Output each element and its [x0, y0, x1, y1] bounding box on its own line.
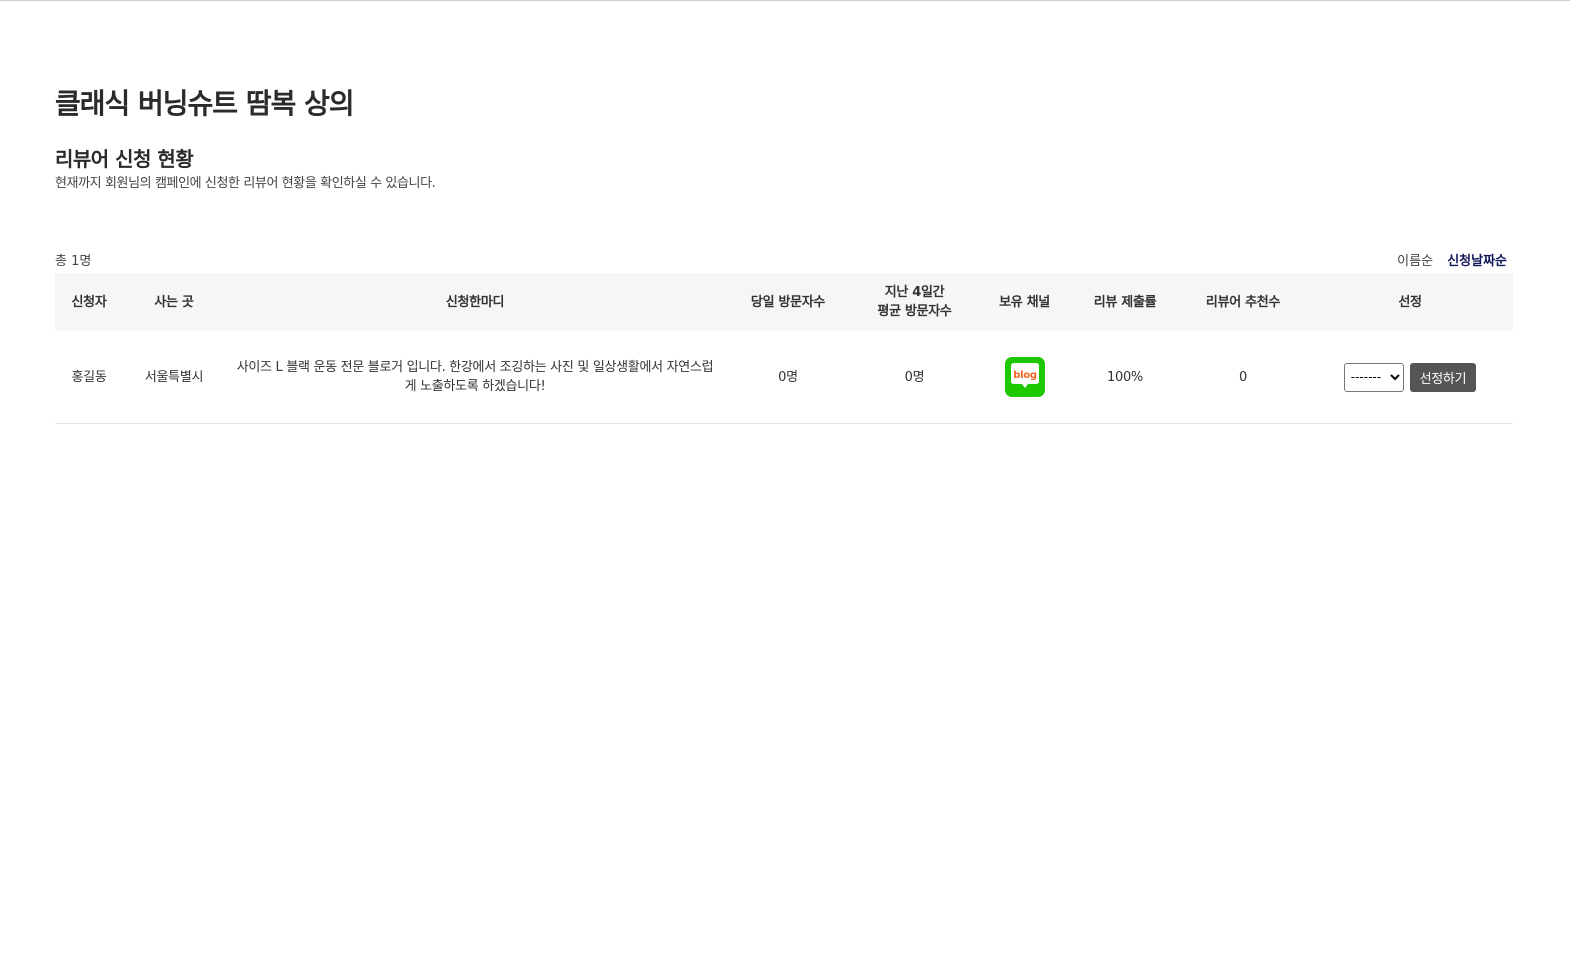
section-description: 현재까지 회원님의 캠페인에 신청한 리뷰어 현황을 확인하실 수 있습니다.: [55, 176, 436, 191]
naver-blog-icon[interactable]: blog: [1004, 357, 1045, 397]
list-toolbar: 총 1명 이름순 신청날짜순: [55, 250, 1513, 270]
header-recommend: 리뷰어 추천수: [1179, 273, 1307, 331]
header-avg-visitors-line2: 평균 방문자수: [877, 304, 952, 319]
campaign-title: 클래식 버닝슈트 땀복 상의: [55, 87, 355, 120]
cell-applicant: 홍길동: [55, 331, 123, 424]
cell-location: 서울특별시: [123, 331, 225, 424]
top-divider: [0, 0, 1570, 1]
table-header-row: 신청자 사는 곳 신청한마디 당일 방문자수 지난 4일간 평균 방문자수 보유…: [55, 273, 1513, 331]
cell-recommend: 0: [1179, 331, 1307, 424]
cell-select: ------- 선정하기: [1307, 331, 1513, 424]
header-select: 선정: [1307, 273, 1513, 331]
header-comment: 신청한마디: [225, 273, 725, 331]
header-applicant: 신청자: [55, 273, 123, 331]
select-reviewer-button[interactable]: 선정하기: [1409, 362, 1477, 392]
cell-today-visitors: 0명: [725, 331, 851, 424]
cell-comment: 사이즈 L 블랙 운동 전문 블로거 입니다. 한강에서 조깅하는 사진 및 일…: [225, 331, 725, 424]
header-avg-visitors-line1: 지난 4일간: [884, 285, 945, 300]
header-channel: 보유 채널: [978, 273, 1071, 331]
header-avg-visitors: 지난 4일간 평균 방문자수: [851, 273, 978, 331]
section-title: 리뷰어 신청 현황: [55, 147, 194, 171]
cell-review-rate: 100%: [1071, 331, 1179, 424]
sort-by-name-link[interactable]: 이름순: [1397, 250, 1433, 269]
total-count: 총 1명: [55, 254, 92, 269]
table-row: 홍길동 서울특별시 사이즈 L 블랙 운동 전문 블로거 입니다. 한강에서 조…: [55, 331, 1513, 424]
header-today-visitors: 당일 방문자수: [725, 273, 851, 331]
reviewer-table: 신청자 사는 곳 신청한마디 당일 방문자수 지난 4일간 평균 방문자수 보유…: [55, 273, 1513, 424]
sort-options: 이름순 신청날짜순: [1387, 250, 1507, 269]
reviewer-select-dropdown[interactable]: -------: [1343, 362, 1404, 392]
header-location: 사는 곳: [123, 273, 225, 331]
cell-channel: blog: [978, 331, 1071, 424]
cell-avg-visitors: 0명: [851, 331, 978, 424]
sort-by-date-link[interactable]: 신청날짜순: [1447, 250, 1507, 269]
header-review-rate: 리뷰 제출률: [1071, 273, 1179, 331]
channel-icon-text: blog: [1013, 370, 1037, 381]
